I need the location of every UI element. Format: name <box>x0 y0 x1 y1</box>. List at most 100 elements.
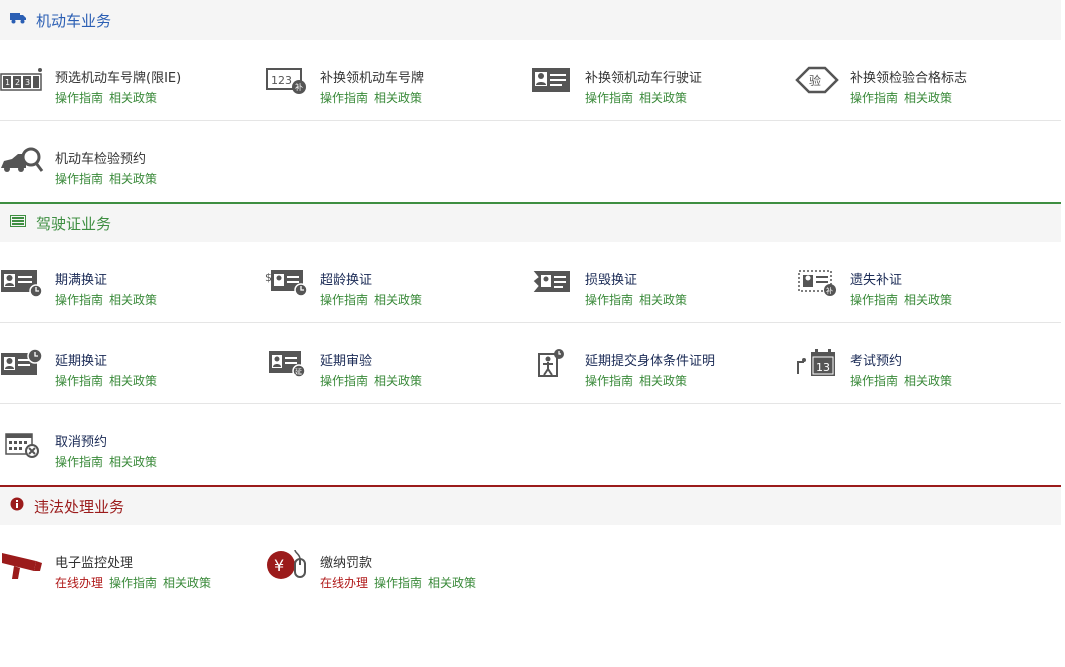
service-links: 在线办理 操作指南 相关政策 <box>55 574 217 591</box>
service-item[interactable]: 延期提交身体条件证明 操作指南 相关政策 <box>530 323 795 403</box>
cancel-booking-icon <box>0 428 44 460</box>
service-links: 操作指南 相关政策 <box>55 291 163 308</box>
service-links: 操作指南 相关政策 <box>850 89 958 106</box>
guide-link[interactable]: 操作指南 <box>374 576 422 590</box>
guide-link[interactable]: 操作指南 <box>55 455 103 469</box>
policy-link[interactable]: 相关政策 <box>374 91 422 105</box>
svg-text:$: $ <box>265 271 272 284</box>
service-name[interactable]: 延期审验 <box>320 350 372 369</box>
license-plate-icon: 123 <box>0 64 44 96</box>
policy-link[interactable]: 相关政策 <box>109 293 157 307</box>
section-header-driving-license: 驾驶证业务 <box>0 202 1061 242</box>
service-name[interactable]: 预选机动车号牌(限IE) <box>55 67 181 86</box>
section-driving-license: 驾驶证业务 期满换证 操作指南 相关政策 $ 超龄换证 操作指南 相关政策 损毁… <box>0 202 1061 485</box>
service-item[interactable]: 延期换证 操作指南 相关政策 <box>0 323 265 403</box>
service-item[interactable]: 期满换证 操作指南 相关政策 <box>0 242 265 322</box>
guide-link[interactable]: 操作指南 <box>850 374 898 388</box>
service-item[interactable]: $ 超龄换证 操作指南 相关政策 <box>265 242 530 322</box>
service-name[interactable]: 延期提交身体条件证明 <box>585 350 715 369</box>
vehicle-license-icon <box>530 64 574 96</box>
service-name[interactable]: 超龄换证 <box>320 269 372 288</box>
guide-link[interactable]: 操作指南 <box>585 374 633 388</box>
service-name[interactable]: 缴纳罚款 <box>320 552 372 571</box>
service-row: 期满换证 操作指南 相关政策 $ 超龄换证 操作指南 相关政策 损毁换证 操作指南相… <box>0 242 1061 323</box>
guide-link[interactable]: 操作指南 <box>320 91 368 105</box>
overage-license-icon: $ <box>265 266 309 298</box>
service-item[interactable]: 损毁换证 操作指南 相关政策 <box>530 242 795 322</box>
service-item[interactable]: 机动车检验预约 操作指南 相关政策 <box>0 121 265 201</box>
pay-fine-icon: ¥ <box>265 549 309 581</box>
service-links: 操作指南 相关政策 <box>55 170 163 187</box>
service-item[interactable]: 补换领机动车行驶证 操作指南 相关政策 <box>530 40 795 120</box>
service-name[interactable]: 电子监控处理 <box>55 552 133 571</box>
online-link[interactable]: 在线办理 <box>55 576 103 590</box>
delay-review-icon: 延 <box>265 347 309 379</box>
policy-link[interactable]: 相关政策 <box>374 374 422 388</box>
service-links: 操作指南 相关政策 <box>320 372 428 389</box>
service-name[interactable]: 考试预约 <box>850 350 902 369</box>
guide-link[interactable]: 操作指南 <box>55 172 103 186</box>
guide-link[interactable]: 操作指南 <box>320 293 368 307</box>
svg-text:3: 3 <box>25 78 30 87</box>
policy-link[interactable]: 相关政策 <box>109 455 157 469</box>
service-name[interactable]: 延期换证 <box>55 350 107 369</box>
guide-link[interactable]: 操作指南 <box>320 374 368 388</box>
online-link[interactable]: 在线办理 <box>320 576 368 590</box>
svg-text:¥: ¥ <box>274 556 284 575</box>
guide-link[interactable]: 操作指南 <box>850 91 898 105</box>
section-title: 机动车业务 <box>36 11 112 30</box>
guide-link[interactable]: 操作指南 <box>585 293 633 307</box>
service-name[interactable]: 机动车检验预约 <box>55 148 146 167</box>
service-item[interactable]: 123 预选机动车号牌(限IE) 操作指南 相关政策 <box>0 40 265 120</box>
policy-link[interactable]: 相关政策 <box>639 374 687 388</box>
damaged-license-icon <box>530 266 574 298</box>
policy-link[interactable]: 相关政策 <box>163 576 211 590</box>
policy-link[interactable]: 相关政策 <box>109 91 157 105</box>
service-item[interactable]: 延 延期审验 操作指南 相关政策 <box>265 323 530 403</box>
service-item[interactable]: ¥ 缴纳罚款 在线办理 操作指南 相关政策 <box>265 525 530 605</box>
service-row: 机动车检验预约 操作指南 相关政策 <box>0 121 1061 202</box>
service-name[interactable]: 遗失补证 <box>850 269 902 288</box>
service-links: 操作指南 相关政策 <box>55 453 163 470</box>
policy-link[interactable]: 相关政策 <box>904 91 952 105</box>
policy-link[interactable]: 相关政策 <box>639 293 687 307</box>
service-name[interactable]: 期满换证 <box>55 269 107 288</box>
service-name[interactable]: 补换领机动车行驶证 <box>585 67 702 86</box>
policy-link[interactable]: 相关政策 <box>639 91 687 105</box>
service-item[interactable]: 取消预约 操作指南 相关政策 <box>0 404 265 484</box>
info-icon <box>10 497 24 515</box>
service-name[interactable]: 取消预约 <box>55 431 107 450</box>
svg-text:1: 1 <box>5 78 10 87</box>
service-item[interactable]: 13 考试预约 操作指南 相关政策 <box>795 323 1060 403</box>
service-links: 操作指南 相关政策 <box>320 89 428 106</box>
service-name[interactable]: 补换领机动车号牌 <box>320 67 424 86</box>
lost-license-icon: 补 <box>795 266 839 298</box>
policy-link[interactable]: 相关政策 <box>374 293 422 307</box>
policy-link[interactable]: 相关政策 <box>428 576 476 590</box>
service-links: 操作指南 相关政策 <box>585 372 693 389</box>
guide-link[interactable]: 操作指南 <box>109 576 157 590</box>
guide-link[interactable]: 操作指南 <box>850 293 898 307</box>
service-links: 操作指南 相关政策 <box>55 372 163 389</box>
policy-link[interactable]: 相关政策 <box>109 374 157 388</box>
service-item[interactable]: 验 补换领检验合格标志 操作指南 相关政策 <box>795 40 1060 120</box>
section-title: 违法处理业务 <box>34 497 125 516</box>
service-name[interactable]: 损毁换证 <box>585 269 637 288</box>
policy-link[interactable]: 相关政策 <box>904 293 952 307</box>
guide-link[interactable]: 操作指南 <box>55 293 103 307</box>
section-vehicle: 机动车业务 123 预选机动车号牌(限IE) 操作指南 相关政策 123 补 补换领… <box>0 0 1061 202</box>
service-item[interactable]: 电子监控处理 在线办理 操作指南 相关政策 <box>0 525 265 605</box>
service-links: 操作指南 相关政策 <box>850 291 958 308</box>
service-row: 123 预选机动车号牌(限IE) 操作指南 相关政策 123 补 补换领机动车号牌 … <box>0 40 1061 121</box>
guide-link[interactable]: 操作指南 <box>55 374 103 388</box>
service-item[interactable]: 123 补 补换领机动车号牌 操作指南 相关政策 <box>265 40 530 120</box>
policy-link[interactable]: 相关政策 <box>109 172 157 186</box>
service-links: 操作指南 相关政策 <box>55 89 163 106</box>
vehicle-inspection-icon <box>0 145 44 177</box>
guide-link[interactable]: 操作指南 <box>585 91 633 105</box>
policy-link[interactable]: 相关政策 <box>904 374 952 388</box>
guide-link[interactable]: 操作指南 <box>55 91 103 105</box>
expired-license-icon <box>0 266 44 298</box>
service-item[interactable]: 补 遗失补证 操作指南 相关政策 <box>795 242 1060 322</box>
service-name[interactable]: 补换领检验合格标志 <box>850 67 967 86</box>
